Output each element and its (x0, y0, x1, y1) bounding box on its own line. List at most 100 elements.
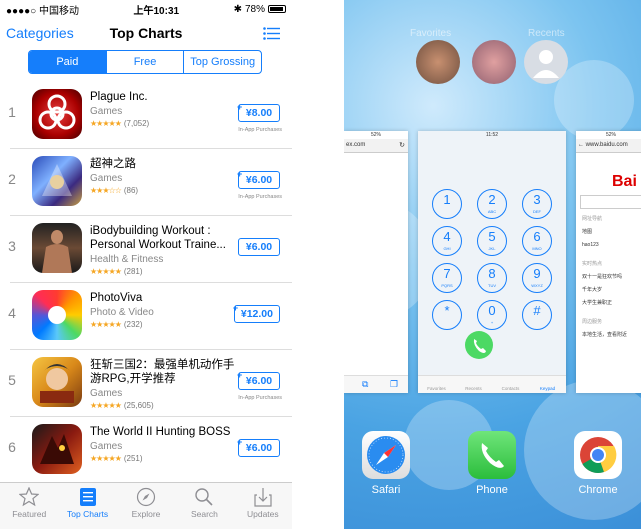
app-store-screen: ●●●●○ 中国移动 上午10:31 ✱ 78% Categories Top … (0, 0, 292, 529)
phone-app-icon[interactable] (468, 431, 516, 479)
rank-number: 2 (8, 171, 16, 187)
world-ii-hunting-boss-app-icon[interactable] (32, 424, 82, 474)
photoviva-app-icon[interactable] (32, 290, 82, 340)
key-4[interactable]: 4 GHI (432, 226, 462, 256)
list-item[interactable]: 1 Plague Inc. Games ★★★★★ (7,052) + ¥8.00 … (8, 82, 292, 149)
segment-free[interactable]: Free (107, 51, 185, 73)
app-category: Photo & Video (90, 307, 154, 318)
segment-top-grossing[interactable]: Top Grossing (184, 51, 261, 73)
app-category: Games (90, 388, 123, 399)
screenshot: ●●●●○ 中国移动 上午10:31 ✱ 78% Categories Top … (0, 0, 641, 529)
list-item[interactable]: 4 PhotoViva Photo & Video ★★★★★ (232) + ¥1… (8, 283, 292, 350)
app-category: Games (90, 441, 123, 452)
tab-updates[interactable]: Updates (234, 483, 292, 529)
tab-contacts[interactable]: Contacts (492, 376, 529, 393)
bookmarks-icon: ⧉ (362, 379, 369, 389)
tabs-icon: ❐ (390, 379, 399, 389)
rank-number: 6 (8, 439, 16, 455)
review-count: (281) (123, 267, 143, 276)
card-status: 52% (605, 132, 616, 138)
app-category: Games (90, 106, 123, 117)
plus-icon: + (237, 169, 243, 179)
categories-button[interactable]: Categories (6, 25, 74, 41)
contact-avatar[interactable] (524, 40, 568, 84)
key-8[interactable]: 8 TUV (477, 263, 507, 293)
search-box[interactable] (580, 195, 641, 209)
card-time: 11:52 (485, 132, 499, 138)
plus-icon: + (237, 437, 243, 447)
app-name: iBodybuilding Workout : Personal Workout… (90, 225, 226, 251)
review-count: (232) (123, 320, 143, 329)
app-category: Games (90, 173, 123, 184)
chaoshen-app-icon[interactable] (32, 156, 82, 206)
chrome-label: Chrome (578, 484, 618, 496)
price-button[interactable]: + ¥6.00 (237, 169, 280, 189)
review-count: (86) (123, 186, 139, 195)
list-item[interactable]: 3 iBodybuilding Workout : Personal Worko… (8, 216, 292, 283)
tab-search[interactable]: Search (175, 483, 233, 529)
key-3[interactable]: 3 DEF (522, 189, 552, 219)
star-icon (19, 487, 40, 507)
app-name: 超神之路 (90, 158, 136, 170)
price-button[interactable]: ¥6.00 (238, 238, 280, 256)
tab-keypad[interactable]: Keypad (529, 376, 566, 393)
price-button[interactable]: + ¥6.00 (237, 370, 280, 390)
segment-paid[interactable]: Paid (29, 51, 107, 73)
plus-icon: + (237, 370, 243, 380)
key-9[interactable]: 9 WXYZ (522, 263, 552, 293)
app-card-browser[interactable]: 52% ex.com ↻ ⧉ ❐ (344, 131, 408, 393)
key-star[interactable]: * (432, 300, 462, 330)
key-5[interactable]: 5 JKL (477, 226, 507, 256)
ibodybuilding-app-icon[interactable] (32, 223, 82, 273)
favorites-label: Favorites (410, 28, 452, 39)
back-arrow-icon: ← (578, 142, 584, 148)
price-button[interactable]: + ¥12.00 (232, 303, 280, 323)
contact-avatar[interactable] (416, 40, 460, 84)
plus-icon: + (232, 303, 239, 313)
list-icon[interactable] (263, 27, 280, 40)
nav-bar: Categories Top Charts (0, 18, 292, 50)
compass-icon (136, 487, 156, 507)
recents-label: Recents (528, 28, 565, 39)
star-rating: ★★★★★ (90, 401, 122, 410)
chart-segment-control: Paid Free Top Grossing (28, 50, 262, 74)
plus-icon: + (237, 102, 243, 112)
safari-app-icon[interactable] (362, 431, 410, 479)
safari-label: Safari (371, 484, 401, 496)
call-button[interactable] (465, 331, 493, 359)
price-button[interactable]: + ¥6.00 (237, 437, 280, 457)
app-card-phone[interactable]: 11:52 1 2 ABC 3 DEF 4 GHI 5 JKL 6 MNO 7 PQRS 8… (418, 131, 566, 393)
carrier: ●●●●○ 中国移动 (6, 5, 79, 17)
tab-top-charts[interactable]: Top Charts (58, 483, 116, 529)
section-title: 实时热点 (582, 261, 603, 267)
tab-featured[interactable]: Featured (0, 483, 58, 529)
search-icon (195, 488, 213, 506)
list-item[interactable]: 5 狂斩三国2：最强单机动作手游RPG,开学推荐 Games ★★★★★ (25,… (8, 350, 292, 417)
key-0[interactable]: 0 + (477, 300, 507, 330)
plague-inc-app-icon[interactable] (32, 89, 82, 139)
list-item[interactable]: 6 The World II Hunting BOSS Games ★★★★★(… (8, 417, 292, 484)
tab-recents[interactable]: Recents (455, 376, 492, 393)
key-6[interactable]: 6 MNO (522, 226, 552, 256)
tab-favorites[interactable]: Favorites (418, 376, 455, 393)
status-bar: ●●●●○ 中国移动 上午10:31 ✱ 78% (0, 0, 292, 18)
rank-number: 3 (8, 238, 16, 254)
clock: 上午10:31 (133, 5, 180, 17)
key-1[interactable]: 1 (432, 189, 462, 219)
list-icon (79, 488, 96, 506)
contact-avatar[interactable] (472, 40, 516, 84)
list-item[interactable]: 2 超神之路 Games ★★★☆☆ (86) + ¥6.00 In-App Pur… (8, 149, 292, 216)
tab-explore[interactable]: Explore (117, 483, 175, 529)
app-card-chrome[interactable]: 52% ← www.baidu.com Bai 网址导航 地图 hao123 实… (576, 131, 641, 393)
star-rating: ★★★★★ (90, 267, 122, 276)
star-rating: ★★★★★ (90, 119, 122, 128)
app-name: 狂斩三国2：最强单机动作手游RPG,开学推荐 (90, 359, 235, 385)
chrome-app-icon[interactable] (574, 431, 622, 479)
tab-bar: Featured Top Charts Explore Search Updat… (0, 482, 292, 529)
key-7[interactable]: 7 PQRS (432, 263, 462, 293)
kuangzhan-sanguo-app-icon[interactable] (32, 357, 82, 407)
key-2[interactable]: 2 ABC (477, 189, 507, 219)
app-name: Plague Inc. (90, 91, 148, 103)
key-hash[interactable]: # (522, 300, 552, 330)
price-button[interactable]: + ¥8.00 (237, 102, 280, 122)
